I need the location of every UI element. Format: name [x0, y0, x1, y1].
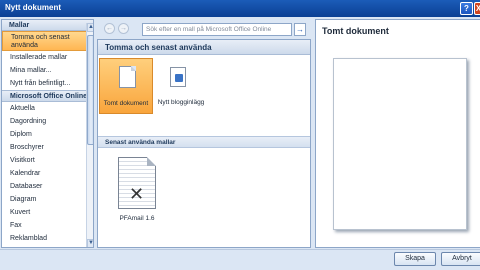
dialog-content: Mallar Tomma och senast använda Installe… — [0, 17, 480, 249]
sidebar-scrollbar[interactable]: ▲ ▼ — [86, 23, 93, 247]
preview-pane: Tomt dokument — [315, 19, 480, 248]
sidebar-section-office-online: Microsoft Office Online — [2, 90, 93, 102]
preview-page-thumbnail — [333, 58, 467, 230]
close-button[interactable]: X — [474, 2, 480, 15]
tile-label: PFAmail 1.6 — [119, 215, 155, 222]
scroll-down-arrow-icon[interactable]: ▼ — [87, 239, 93, 247]
forward-arrow-icon[interactable]: → — [118, 23, 129, 34]
search-go-icon[interactable]: → — [294, 23, 306, 36]
nav-toolbar: ← → Sök efter en mall på Microsoft Offic… — [97, 19, 311, 37]
blog-post-icon — [170, 67, 186, 87]
tile-label: Nytt blogginlägg — [157, 99, 205, 106]
tile-blank-document[interactable]: Tomt dokument — [99, 58, 153, 114]
template-search-input[interactable]: Sök efter en mall på Microsoft Office On… — [142, 23, 292, 36]
sidebar-item-blank-recent[interactable]: Tomma och senast använda — [2, 31, 93, 51]
sidebar-item-label: Tomma och senast — [11, 34, 70, 41]
sidebar-item-kalendrar[interactable]: Kalendrar — [2, 167, 93, 180]
tile-new-blog-post[interactable]: Nytt blogginlägg — [154, 58, 208, 114]
sidebar-item-databaser[interactable]: Databaser — [2, 180, 93, 193]
sidebar-item-dagordning[interactable]: Dagordning — [2, 115, 93, 128]
sidebar-item-diplom[interactable]: Diplom — [2, 128, 93, 141]
sidebar-item-my-templates[interactable]: Mina mallar... — [2, 64, 93, 77]
sidebar-item-aktuella[interactable]: Aktuella — [2, 102, 93, 115]
help-button[interactable]: ? — [460, 2, 473, 15]
sidebar-item-reklamblad[interactable]: Reklamblad — [2, 232, 93, 245]
create-button[interactable]: Skapa — [394, 252, 436, 266]
sidebar-item-broschyrer[interactable]: Broschyrer — [2, 141, 93, 154]
dialog-footer: Skapa Avbryt — [0, 249, 480, 270]
scroll-thumb[interactable] — [87, 35, 93, 145]
tile-pfamail[interactable]: ✕ PFAmail 1.6 — [112, 154, 162, 230]
sidebar-item-installed-templates[interactable]: Installerade mallar — [2, 51, 93, 64]
gallery-header: Tomma och senast använda — [98, 40, 310, 55]
sidebar-header: Mallar — [2, 20, 93, 31]
template-gallery: Tomma och senast använda Tomt dokument N… — [97, 39, 311, 248]
cancel-button[interactable]: Avbryt — [441, 252, 480, 266]
back-arrow-icon[interactable]: ← — [104, 23, 115, 34]
window-title: Nytt dokument — [5, 3, 61, 12]
scroll-up-arrow-icon[interactable]: ▲ — [87, 23, 93, 32]
template-document-icon: ✕ — [118, 157, 156, 209]
sidebar-item-fax[interactable]: Fax — [2, 219, 93, 232]
sidebar-item-diagram[interactable]: Diagram — [2, 193, 93, 206]
tile-label: Tomt dokument — [103, 100, 149, 107]
sidebar-item-visitkort[interactable]: Visitkort — [2, 154, 93, 167]
sidebar-item-label: använda — [11, 42, 38, 49]
blank-document-icon — [119, 66, 136, 88]
title-bar: Nytt dokument ? X — [0, 0, 480, 17]
sidebar-item-new-from-existing[interactable]: Nytt från befintligt... — [2, 77, 93, 90]
template-sidebar: Mallar Tomma och senast använda Installe… — [1, 19, 94, 248]
sidebar-item-kuvert[interactable]: Kuvert — [2, 206, 93, 219]
recent-templates-header: Senast använda mallar — [98, 136, 310, 148]
preview-title: Tomt dokument — [322, 26, 389, 36]
